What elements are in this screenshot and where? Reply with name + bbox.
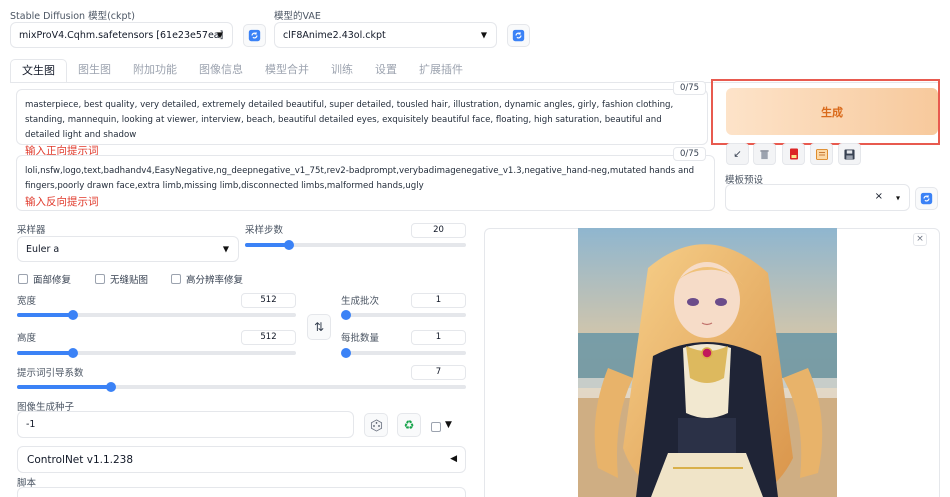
chevron-down-icon: ▼ [480,30,487,40]
generate-button[interactable]: 生成 [726,88,938,135]
width-input[interactable]: 512 [241,293,296,308]
refresh-template-button[interactable] [915,187,938,210]
height-label: 高度 [17,333,37,344]
swap-dimensions-button[interactable]: ⇅ [307,314,331,340]
hires-fix-checkbox[interactable] [171,274,181,284]
ckpt-label: Stable Diffusion 模型(ckpt) [10,11,135,22]
show-extra-networks-button[interactable] [782,143,805,165]
tab-extras[interactable]: 附加功能 [122,59,188,83]
controlnet-label: ControlNet v1.1.238 [27,454,134,466]
ckpt-select[interactable]: mixProV4.Cqhm.safetensors [61e23e57ea] ▼ [10,22,233,48]
cfg-slider[interactable] [17,382,466,392]
negative-token-counter: 0/75 [673,147,707,161]
steps-slider[interactable] [245,240,466,250]
controlnet-panel[interactable]: ControlNet v1.1.238 ◀ [17,446,466,473]
width-label: 宽度 [17,296,37,307]
sampler-value: Euler a [26,243,60,255]
cfg-input[interactable]: 7 [411,365,466,380]
close-icon[interactable]: × [913,233,927,246]
steps-label: 采样步数 [245,225,284,236]
vae-label: 模型的VAE [274,11,321,22]
notebook-icon [815,148,828,160]
extra-seed-checkbox[interactable] [431,422,441,432]
steps-input[interactable]: 20 [411,223,466,238]
ckpt-value: mixProV4.Cqhm.safetensors [61e23e57ea] [19,29,224,41]
height-input[interactable]: 512 [241,330,296,345]
random-seed-button[interactable] [364,413,388,437]
face-fix-label: 面部修复 [33,275,72,286]
face-fix-checkbox[interactable] [18,274,28,284]
anime-girl-beach-image [578,228,837,497]
batch-count-slider[interactable] [341,310,466,320]
refresh-icon [512,29,525,42]
script-select[interactable] [17,487,466,497]
vae-value: clF8Anime2.43ol.ckpt [283,29,386,41]
sampler-select[interactable]: Euler a ▼ [17,236,239,262]
negative-prompt-hint: 输入反向提示词 [25,196,99,208]
extra-seed-caret[interactable]: ▼ [445,420,452,430]
main-tabs: 文生图 图生图 附加功能 图像信息 模型合并 训练 设置 扩展插件 [10,59,474,83]
save-icon [844,148,855,160]
red-book-icon [789,148,798,160]
chevron-down-icon: ▼ [216,30,223,40]
refresh-ckpt-button[interactable] [243,24,266,47]
positive-token-counter: 0/75 [673,81,707,95]
refresh-icon [920,192,933,205]
apply-style-button[interactable] [810,143,833,165]
chevron-down-icon: ▾ [895,193,900,202]
cfg-label: 提示词引导系数 [17,368,84,379]
hires-fix-label: 高分辨率修复 [186,275,244,286]
positive-prompt-text: masterpiece, best quality, very detailed… [25,100,674,140]
batch-count-input[interactable]: 1 [411,293,466,308]
collapse-caret-icon: ◀ [450,454,457,464]
vae-select[interactable]: clF8Anime2.43ol.ckpt ▼ [274,22,497,48]
clear-icon[interactable]: × [875,191,883,202]
batch-size-label: 每批数量 [341,333,380,344]
swap-icon: ⇅ [313,320,325,334]
save-style-button[interactable] [838,143,861,165]
tab-checkpoint-merger[interactable]: 模型合并 [254,59,320,83]
template-select[interactable]: × ▾ [725,184,910,211]
dice-icon [370,418,382,432]
height-slider[interactable] [17,348,296,358]
tiling-label: 无缝贴图 [110,275,149,286]
seed-input[interactable]: -1 [17,411,354,438]
negative-prompt-input[interactable]: loli,nsfw,logo,text,badhandv4,EasyNegati… [16,155,715,211]
negative-prompt-text: loli,nsfw,logo,text,badhandv4,EasyNegati… [25,166,695,191]
trash-icon [760,149,769,159]
seed-value: -1 [26,419,36,430]
clear-prompt-button[interactable] [753,143,776,165]
refresh-icon [248,29,261,42]
chevron-down-icon: ▼ [222,244,229,254]
arrow-down-left-icon: ↙ [733,148,742,160]
reuse-seed-button[interactable]: ♻ [397,413,421,437]
tab-extensions[interactable]: 扩展插件 [408,59,474,83]
sampler-label: 采样器 [17,225,46,236]
batch-size-slider[interactable] [341,348,466,358]
tiling-checkbox[interactable] [95,274,105,284]
tab-settings[interactable]: 设置 [364,59,408,83]
width-slider[interactable] [17,310,296,320]
tab-img2img[interactable]: 图生图 [67,59,122,83]
positive-prompt-input[interactable]: masterpiece, best quality, very detailed… [16,89,708,157]
recycle-icon: ♻ [403,418,415,432]
batch-size-input[interactable]: 1 [411,330,466,345]
read-params-button[interactable]: ↙ [726,143,749,165]
refresh-vae-button[interactable] [507,24,530,47]
tab-png-info[interactable]: 图像信息 [188,59,254,83]
tab-txt2img[interactable]: 文生图 [10,59,67,83]
tab-train[interactable]: 训练 [320,59,364,83]
generated-image[interactable] [578,228,837,497]
batch-count-label: 生成批次 [341,296,380,307]
